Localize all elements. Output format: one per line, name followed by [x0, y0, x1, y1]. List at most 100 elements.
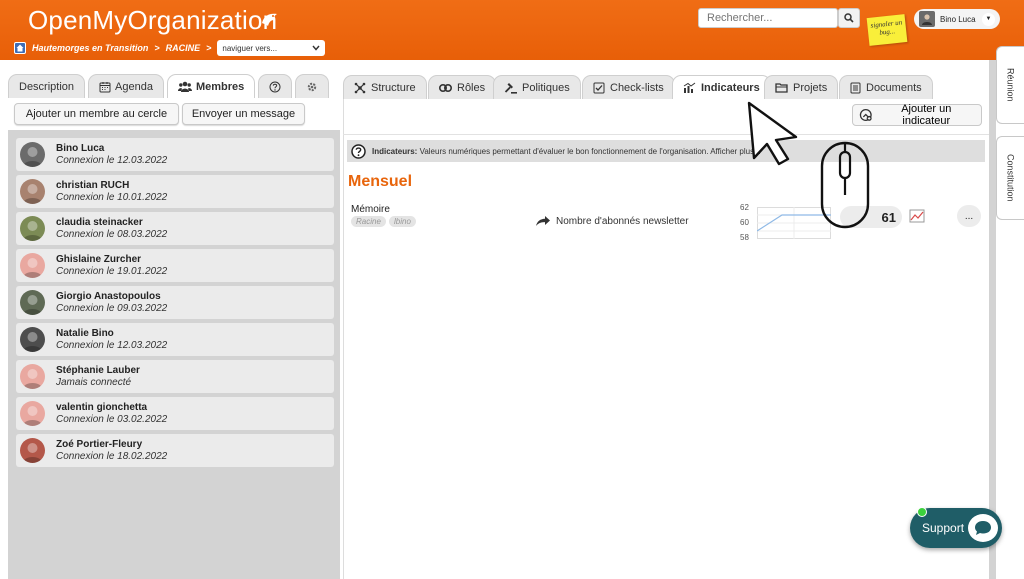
app-logo[interactable]: OpenMyOrganization: [28, 5, 277, 36]
y-label-max: 62: [740, 203, 749, 212]
member-name[interactable]: Ghislaine Zurcher: [56, 254, 141, 265]
breadcrumb-circle[interactable]: RACINE: [166, 43, 201, 53]
member-name[interactable]: claudia steinacker: [56, 217, 143, 228]
navigate-select[interactable]: naviguer vers...: [217, 40, 326, 56]
members-panel: Ajouter un membre au cercle Envoyer un m…: [8, 98, 340, 579]
help-icon: [269, 81, 281, 92]
add-member-button[interactable]: Ajouter un membre au cercle: [14, 103, 179, 125]
member-avatar[interactable]: [20, 142, 45, 167]
tab-projets[interactable]: Projets: [764, 75, 839, 99]
tab-structure[interactable]: Structure: [343, 75, 427, 99]
indicator-metric-label: Nombre d'abonnés newsletter: [556, 215, 689, 227]
member-avatar[interactable]: [20, 253, 45, 278]
member-row[interactable]: Ghislaine Zurcher Connexion le 19.01.2022: [16, 249, 334, 282]
member-row[interactable]: Zoé Portier-Fleury Connexion le 18.02.202…: [16, 434, 334, 467]
tag-user: lbino: [389, 216, 416, 227]
tab-label: Politiques: [522, 81, 570, 94]
avatar-icon: [20, 216, 45, 241]
add-indicator-button[interactable]: Ajouter un indicateur: [852, 103, 982, 127]
section-title: Mensuel: [348, 173, 413, 190]
member-name[interactable]: Bino Luca: [56, 143, 104, 154]
user-menu[interactable]: Bino Luca ▼: [914, 9, 1000, 29]
indicator-more-button[interactable]: ...: [957, 205, 981, 227]
tab-settings[interactable]: [295, 74, 330, 98]
side-tab-label: Constitution: [1005, 154, 1016, 202]
search-button[interactable]: [838, 8, 860, 28]
member-name[interactable]: Zoé Portier-Fleury: [56, 439, 142, 450]
tab-description[interactable]: Description: [8, 74, 86, 98]
tab-agenda[interactable]: Agenda: [88, 74, 164, 98]
member-avatar[interactable]: [20, 216, 45, 241]
tab-label: Structure: [371, 81, 416, 94]
side-tab-constitution[interactable]: Constitution: [996, 136, 1024, 220]
send-message-button[interactable]: Envoyer un message: [182, 103, 305, 125]
side-tab-reunion[interactable]: Réunion: [996, 46, 1024, 124]
users-icon: [177, 81, 192, 92]
member-name[interactable]: valentin gionchetta: [56, 402, 147, 413]
member-avatar[interactable]: [20, 327, 45, 352]
support-label: Support: [922, 521, 965, 535]
member-name[interactable]: Giorgio Anastopoulos: [56, 291, 161, 302]
member-row[interactable]: christian RUCH Connexion le 10.01.2022: [16, 175, 334, 208]
navigate-select-value: naviguer vers...: [222, 43, 278, 53]
tab-roles[interactable]: Rôles: [428, 75, 497, 99]
mouse-scroll-icon: [820, 141, 870, 229]
member-row[interactable]: Giorgio Anastopoulos Connexion le 09.03.2…: [16, 286, 334, 319]
gavel-icon: [504, 82, 517, 94]
member-avatar[interactable]: [20, 438, 45, 463]
indicator-name[interactable]: Mémoire: [351, 204, 390, 215]
info-text[interactable]: Valeurs numériques permettant d'évaluer …: [420, 147, 761, 156]
tab-label: Description: [19, 80, 75, 93]
avatar-icon: [20, 142, 45, 167]
member-avatar[interactable]: [20, 364, 45, 389]
member-list: Bino Luca Connexion le 12.03.2022 christia…: [16, 138, 334, 471]
member-row[interactable]: Natalie Bino Connexion le 12.03.2022: [16, 323, 334, 356]
member-avatar[interactable]: [20, 401, 45, 426]
gear-icon: [308, 82, 317, 91]
bird-logo-icon: [262, 13, 277, 26]
indicator-row[interactable]: Mémoire Racine lbino Nombre d'abonnés ne…: [347, 200, 985, 244]
online-status-indicator: [917, 507, 927, 517]
chat-icon[interactable]: [968, 514, 998, 542]
member-avatar[interactable]: [20, 179, 45, 204]
user-name: Bino Luca: [940, 14, 976, 24]
indicator-metric: Nombre d'abonnés newsletter: [535, 215, 689, 227]
member-avatar[interactable]: [20, 290, 45, 315]
y-label-min: 58: [740, 233, 749, 242]
share-arrow-icon: [536, 216, 550, 226]
search-icon: [844, 13, 854, 23]
tab-indicateurs[interactable]: Indicateurs: [672, 75, 771, 99]
add-indicator-icon: [859, 109, 872, 121]
chart-icon: [683, 82, 696, 93]
avatar-icon: [20, 401, 45, 426]
tab-membres[interactable]: Membres: [166, 74, 256, 98]
member-row[interactable]: claudia steinacker Connexion le 08.03.202…: [16, 212, 334, 245]
info-label: Indicateurs:: [372, 146, 418, 156]
top-bar: OpenMyOrganization Hautemorges en Transi…: [0, 0, 1024, 60]
tab-documents[interactable]: Documents: [839, 75, 933, 99]
member-name[interactable]: Natalie Bino: [56, 328, 114, 339]
tab-politiques[interactable]: Politiques: [493, 75, 581, 99]
tab-label: Projets: [793, 81, 828, 94]
member-name[interactable]: christian RUCH: [56, 180, 129, 191]
tab-help[interactable]: [258, 74, 293, 98]
calendar-icon: [99, 81, 111, 92]
member-last-login: Connexion le 19.01.2022: [56, 266, 168, 277]
structure-icon: [354, 82, 366, 93]
avatar-icon: [20, 290, 45, 315]
avatar-icon: [20, 438, 45, 463]
breadcrumb-org[interactable]: Hautemorges en Transition: [32, 43, 148, 53]
line-graph-icon[interactable]: [909, 209, 925, 223]
tab-checklists[interactable]: Check-lists: [582, 75, 675, 99]
member-row[interactable]: valentin gionchetta Connexion le 03.02.20…: [16, 397, 334, 430]
home-icon[interactable]: [14, 42, 26, 54]
report-bug-note[interactable]: signaler un bug...: [866, 14, 908, 46]
member-last-login: Connexion le 12.03.2022: [56, 340, 168, 351]
member-name[interactable]: Stéphanie Lauber: [56, 365, 140, 376]
avatar-icon: [20, 327, 45, 352]
indicators-panel: [343, 99, 989, 579]
member-row[interactable]: Bino Luca Connexion le 12.03.2022: [16, 138, 334, 171]
search-input[interactable]: [698, 8, 838, 28]
member-row[interactable]: Stéphanie Lauber Jamais connecté: [16, 360, 334, 393]
avatar-icon: [20, 179, 45, 204]
